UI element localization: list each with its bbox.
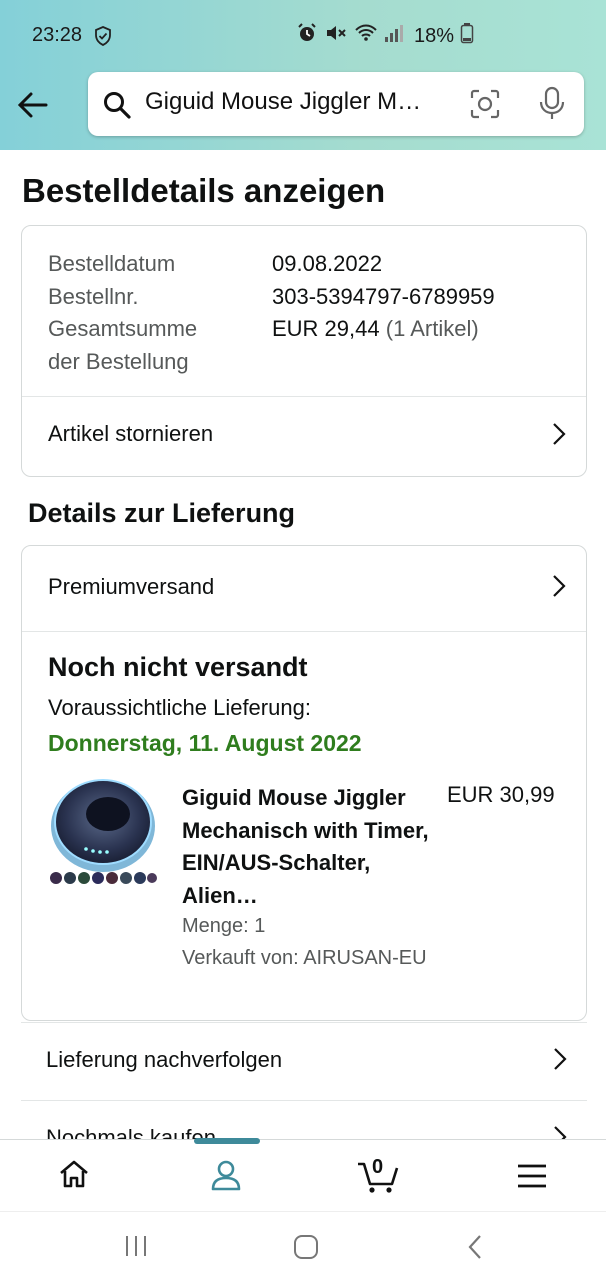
top-app-bar: 23:28 18% Giguid Mouse Jiggler M… xyxy=(0,0,606,150)
status-icons: 18% xyxy=(296,22,474,50)
divider xyxy=(22,396,586,397)
menu-icon[interactable] xyxy=(517,1164,547,1193)
product-image[interactable] xyxy=(48,774,158,890)
status-time: 23:28 xyxy=(32,24,83,46)
search-bar[interactable]: Giguid Mouse Jiggler M… xyxy=(88,72,584,136)
order-total-label-cont: der Bestellung xyxy=(48,348,189,374)
order-total-row-cont: der Bestellung xyxy=(48,346,495,379)
microphone-icon[interactable] xyxy=(538,86,566,127)
expected-delivery-label: Voraussichtliche Lieferung: xyxy=(48,695,311,720)
order-summary-card: Bestelldatum 09.08.2022 Bestellnr. 303-5… xyxy=(21,225,587,477)
mute-icon xyxy=(324,22,348,50)
order-total-label: Gesamtsumme xyxy=(48,316,198,341)
battery-icon xyxy=(460,22,474,50)
order-total-amount: EUR 29,44 xyxy=(272,316,380,341)
expected-delivery-date: Donnerstag, 11. August 2022 xyxy=(48,730,362,756)
product-seller: Verkauft von: AIRUSAN-EU xyxy=(182,947,427,969)
order-summary: Bestelldatum 09.08.2022 Bestellnr. 303-5… xyxy=(48,248,495,378)
product-quantity: Menge: 1 xyxy=(182,915,266,937)
signal-icon xyxy=(384,22,404,50)
home-icon[interactable] xyxy=(58,1158,90,1195)
order-items-count: (1 Artikel) xyxy=(385,316,479,341)
chevron-right-icon[interactable] xyxy=(552,422,566,451)
bottom-navigation: 0 xyxy=(0,1138,606,1211)
recent-apps-icon[interactable] xyxy=(124,1234,148,1263)
order-number-row: Bestellnr. 303-5394797-6789959 xyxy=(48,281,495,314)
track-delivery-row[interactable]: Lieferung nachverfolgen xyxy=(21,1022,587,1100)
search-icon xyxy=(102,90,132,125)
order-total-value: EUR 29,44 (1 Artikel) xyxy=(272,313,479,346)
wifi-icon xyxy=(354,22,378,50)
camera-search-icon[interactable] xyxy=(470,89,500,124)
chevron-right-icon[interactable] xyxy=(552,574,566,603)
order-date-value: 09.08.2022 xyxy=(272,251,383,276)
order-number-label: Bestellnr. xyxy=(48,283,139,309)
battery-level: 18% xyxy=(414,24,455,47)
back-button-icon[interactable] xyxy=(466,1234,484,1265)
page-title: Bestelldetails anzeigen xyxy=(22,172,386,209)
home-button-icon[interactable] xyxy=(293,1234,319,1265)
shipment-status: Noch nicht versandt xyxy=(48,652,308,682)
chevron-right-icon xyxy=(553,1047,567,1076)
delivery-card: Premiumversand Noch nicht versandt Vorau… xyxy=(21,545,587,1021)
track-delivery-label: Lieferung nachverfolgen xyxy=(46,1047,283,1072)
order-date-row: Bestelldatum 09.08.2022 xyxy=(48,248,495,281)
order-date-label: Bestelldatum xyxy=(48,251,176,276)
cart-count: 0 xyxy=(372,1156,384,1178)
order-total-row: Gesamtsumme EUR 29,44 (1 Artikel) xyxy=(48,313,495,346)
search-input[interactable]: Giguid Mouse Jiggler M… xyxy=(145,88,445,116)
product-price: EUR 30,99 xyxy=(447,782,555,807)
back-arrow-icon[interactable] xyxy=(16,88,50,122)
alarm-icon xyxy=(296,22,318,50)
account-icon[interactable] xyxy=(209,1158,243,1197)
cancel-items-link[interactable]: Artikel stornieren xyxy=(48,421,213,447)
shipping-method-link[interactable]: Premiumversand xyxy=(48,574,214,600)
shield-icon xyxy=(94,26,112,52)
status-bar: 23:28 18% xyxy=(0,0,606,72)
product-title-link[interactable]: Giguid Mouse Jiggler Mechanisch with Tim… xyxy=(182,782,432,912)
delivery-section-title: Details zur Lieferung xyxy=(28,498,296,528)
divider xyxy=(22,631,586,632)
order-number-value: 303-5394797-6789959 xyxy=(272,283,495,309)
system-navigation-bar xyxy=(0,1211,606,1280)
active-tab-indicator xyxy=(194,1138,260,1144)
